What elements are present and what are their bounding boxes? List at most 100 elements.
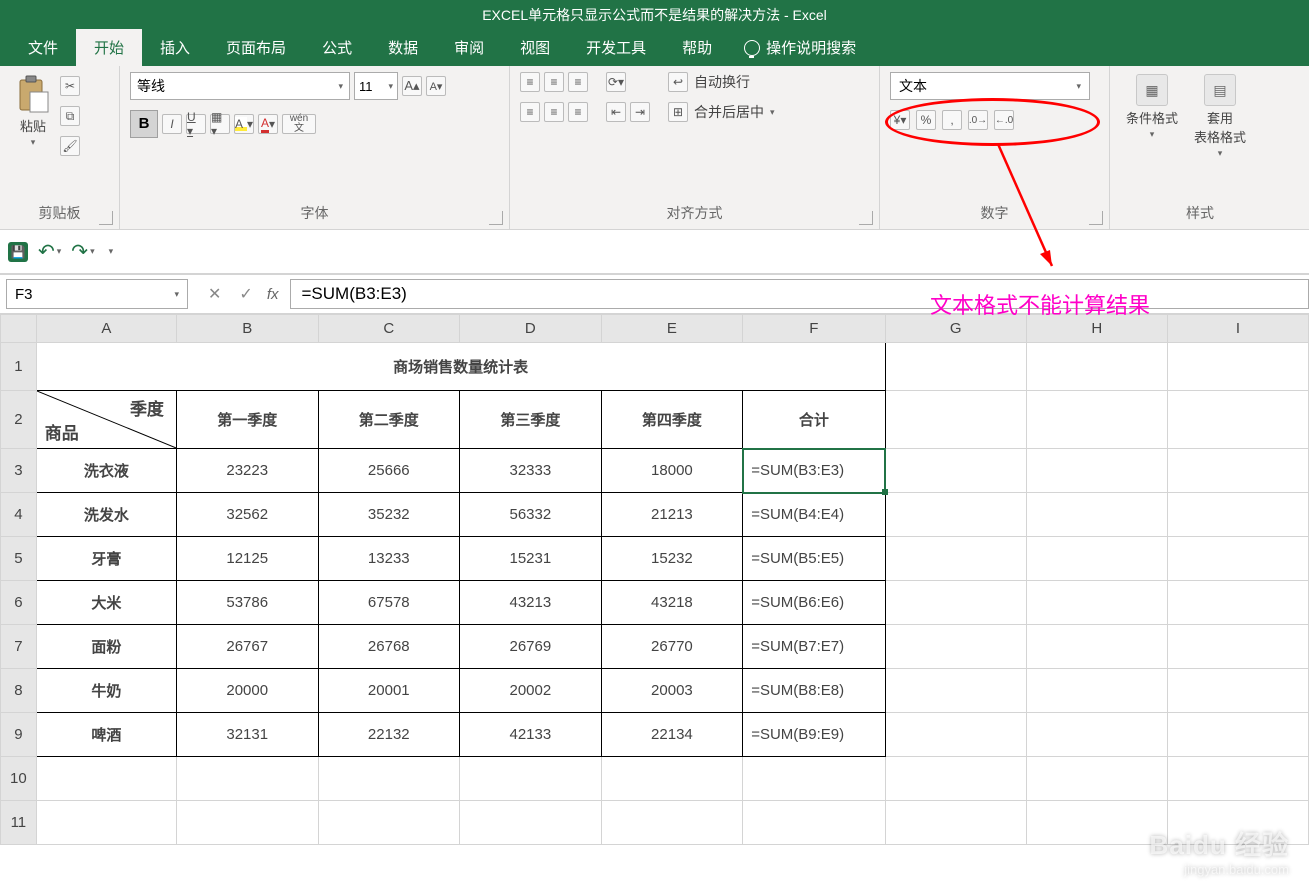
cell-C2[interactable]: 第二季度: [318, 391, 460, 449]
formula-input[interactable]: =SUM(B3:E3): [290, 279, 1309, 309]
menu-help[interactable]: 帮助: [664, 29, 730, 66]
col-header-C[interactable]: C: [318, 315, 460, 343]
align-right-button[interactable]: ≡: [568, 102, 588, 122]
cell-G9[interactable]: [885, 713, 1026, 757]
cell-A6[interactable]: 大米: [36, 581, 176, 625]
row-header-1[interactable]: 1: [1, 343, 37, 391]
number-format-select[interactable]: 文本▾: [890, 72, 1090, 100]
merge-center-button[interactable]: ⊞合并后居中▾: [668, 102, 775, 122]
align-middle-button[interactable]: ≡: [544, 72, 564, 92]
cell-D10[interactable]: [460, 757, 602, 801]
cell-H10[interactable]: [1026, 757, 1167, 801]
menu-view[interactable]: 视图: [502, 29, 568, 66]
col-header-E[interactable]: E: [601, 315, 743, 343]
cell-G2[interactable]: [885, 391, 1026, 449]
cell-G3[interactable]: [885, 449, 1026, 493]
menu-data[interactable]: 数据: [370, 29, 436, 66]
cell-C8[interactable]: 20001: [318, 669, 460, 713]
cell-G4[interactable]: [885, 493, 1026, 537]
wrap-text-button[interactable]: ↩自动换行: [668, 72, 775, 92]
cell-E8[interactable]: 20003: [601, 669, 743, 713]
cell-B4[interactable]: 32562: [176, 493, 318, 537]
cell-G6[interactable]: [885, 581, 1026, 625]
redo-button[interactable]: ↷▾: [71, 239, 94, 264]
launcher-icon[interactable]: [859, 211, 873, 225]
align-left-button[interactable]: ≡: [520, 102, 540, 122]
col-header-H[interactable]: H: [1026, 315, 1167, 343]
cell-D7[interactable]: 26769: [460, 625, 602, 669]
align-center-button[interactable]: ≡: [544, 102, 564, 122]
cell-I6[interactable]: [1167, 581, 1308, 625]
cell-A3[interactable]: 洗衣液: [36, 449, 176, 493]
cell-I4[interactable]: [1167, 493, 1308, 537]
col-header-F[interactable]: F: [743, 315, 885, 343]
cell-F7[interactable]: =SUM(B7:E7): [743, 625, 885, 669]
cell-A9[interactable]: 啤酒: [36, 713, 176, 757]
menu-layout[interactable]: 页面布局: [208, 29, 304, 66]
decrease-indent-button[interactable]: ⇤: [606, 102, 626, 122]
cut-button[interactable]: ✂: [60, 76, 80, 96]
cell-E11[interactable]: [601, 801, 743, 845]
cell-F4[interactable]: =SUM(B4:E4): [743, 493, 885, 537]
cell-F11[interactable]: [743, 801, 885, 845]
conditional-format-button[interactable]: ▦ 条件格式▾: [1120, 72, 1184, 142]
menu-insert[interactable]: 插入: [142, 29, 208, 66]
bold-button[interactable]: B: [130, 110, 158, 138]
cell-I2[interactable]: [1167, 391, 1308, 449]
cell-A4[interactable]: 洗发水: [36, 493, 176, 537]
cell-H9[interactable]: [1026, 713, 1167, 757]
cell-C3[interactable]: 25666: [318, 449, 460, 493]
cell-H6[interactable]: [1026, 581, 1167, 625]
cell-G5[interactable]: [885, 537, 1026, 581]
qat-customize[interactable]: ▾: [109, 246, 114, 257]
cell-H4[interactable]: [1026, 493, 1167, 537]
accept-formula-button[interactable]: ✓: [239, 284, 252, 304]
cell-H7[interactable]: [1026, 625, 1167, 669]
cell-I10[interactable]: [1167, 757, 1308, 801]
cell-B5[interactable]: 12125: [176, 537, 318, 581]
cell-F6[interactable]: =SUM(B6:E6): [743, 581, 885, 625]
cell-B3[interactable]: 23223: [176, 449, 318, 493]
cell-D4[interactable]: 56332: [460, 493, 602, 537]
orientation-button[interactable]: ⟳▾: [606, 72, 626, 92]
fx-icon[interactable]: fx: [267, 286, 291, 303]
cell-E2[interactable]: 第四季度: [601, 391, 743, 449]
cell-E6[interactable]: 43218: [601, 581, 743, 625]
row-header-3[interactable]: 3: [1, 449, 37, 493]
cell-B10[interactable]: [176, 757, 318, 801]
launcher-icon[interactable]: [489, 211, 503, 225]
menu-file[interactable]: 文件: [10, 29, 76, 66]
cell-E10[interactable]: [601, 757, 743, 801]
decrease-font-button[interactable]: A▾: [426, 76, 446, 96]
align-bottom-button[interactable]: ≡: [568, 72, 588, 92]
cell-H11[interactable]: [1026, 801, 1167, 845]
cell-B7[interactable]: 26767: [176, 625, 318, 669]
cell-C6[interactable]: 67578: [318, 581, 460, 625]
cell-C4[interactable]: 35232: [318, 493, 460, 537]
cell-I9[interactable]: [1167, 713, 1308, 757]
cell-E5[interactable]: 15232: [601, 537, 743, 581]
phonetic-button[interactable]: wén 文: [282, 114, 316, 134]
cell-A2[interactable]: 季度商品: [36, 391, 176, 449]
cell-I8[interactable]: [1167, 669, 1308, 713]
percent-button[interactable]: %: [916, 110, 936, 130]
border-button[interactable]: ▦ ▾: [210, 114, 230, 134]
row-header-5[interactable]: 5: [1, 537, 37, 581]
row-header-8[interactable]: 8: [1, 669, 37, 713]
increase-decimal-button[interactable]: .0→: [968, 110, 988, 130]
cell-H1[interactable]: [1026, 343, 1167, 391]
worksheet-grid[interactable]: ABCDEFGHI1商场销售数量统计表2季度商品第一季度第二季度第三季度第四季度…: [0, 314, 1309, 845]
cell-E4[interactable]: 21213: [601, 493, 743, 537]
font-color-button[interactable]: A▾: [258, 114, 278, 134]
cell-G7[interactable]: [885, 625, 1026, 669]
cell-I7[interactable]: [1167, 625, 1308, 669]
launcher-icon[interactable]: [99, 211, 113, 225]
cell-A11[interactable]: [36, 801, 176, 845]
cell-D3[interactable]: 32333: [460, 449, 602, 493]
row-header-4[interactable]: 4: [1, 493, 37, 537]
cell-A8[interactable]: 牛奶: [36, 669, 176, 713]
cell-D9[interactable]: 42133: [460, 713, 602, 757]
menu-review[interactable]: 审阅: [436, 29, 502, 66]
cell-G10[interactable]: [885, 757, 1026, 801]
launcher-icon[interactable]: [1089, 211, 1103, 225]
